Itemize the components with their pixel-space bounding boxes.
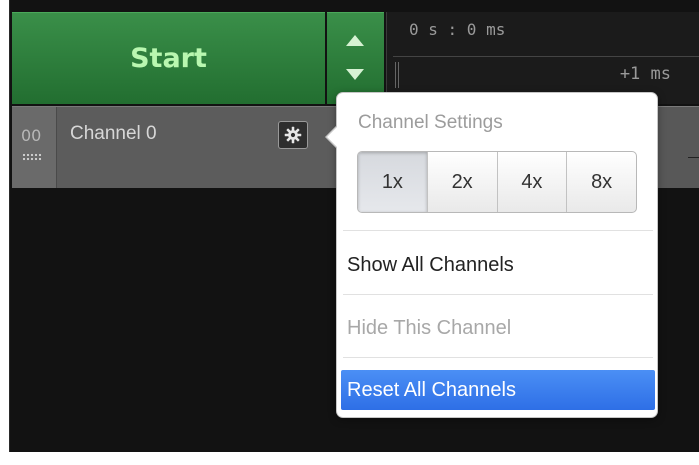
height-zoom-selector: 1x 2x 4x 8x <box>357 151 637 213</box>
zoom-option-8x[interactable]: 8x <box>567 152 636 212</box>
channel-settings-popover: Channel Settings 1x 2x 4x 8x Show All Ch… <box>325 92 658 418</box>
window-bottom-edge <box>0 452 699 465</box>
menu-divider <box>343 357 653 358</box>
zoom-option-4x[interactable]: 4x <box>498 152 568 212</box>
show-all-channels-item[interactable]: Show All Channels <box>341 245 655 285</box>
channel-index: 00 <box>21 126 42 145</box>
timeline-divider <box>393 56 699 57</box>
time-cursor-handle[interactable] <box>395 62 399 88</box>
window-edge <box>0 0 9 465</box>
timeline-ruler[interactable]: 0 s : 0 ms +1 ms <box>386 12 699 104</box>
grip-icon[interactable] <box>22 153 42 161</box>
time-offset-label: +1 ms <box>619 64 671 84</box>
channel-index-cell[interactable]: 00 <box>12 107 57 188</box>
zoom-option-1x[interactable]: 1x <box>358 152 428 212</box>
popover-title: Channel Settings <box>358 112 503 133</box>
popover-arrow-fill <box>327 126 338 148</box>
capture-stepper <box>327 12 384 104</box>
channel-name[interactable]: Channel 0 <box>70 123 157 145</box>
channel-trace <box>688 157 699 158</box>
zoom-option-2x[interactable]: 2x <box>428 152 498 212</box>
menu-divider <box>343 230 653 231</box>
channel-settings-button[interactable] <box>278 121 308 149</box>
reset-all-channels-item[interactable]: Reset All Channels <box>341 370 655 410</box>
logic-analyzer-window: Start 0 s : 0 ms +1 ms 00 Channel 0 Chan… <box>0 0 699 465</box>
arrow-up-icon[interactable] <box>346 35 364 46</box>
gear-icon <box>284 126 302 144</box>
time-origin-label: 0 s : 0 ms <box>409 20 506 39</box>
arrow-down-icon[interactable] <box>346 69 364 80</box>
start-button[interactable]: Start <box>12 12 325 104</box>
window-edge-line <box>9 0 10 465</box>
hide-this-channel-item[interactable]: Hide This Channel <box>341 308 655 348</box>
menu-divider <box>343 294 653 295</box>
